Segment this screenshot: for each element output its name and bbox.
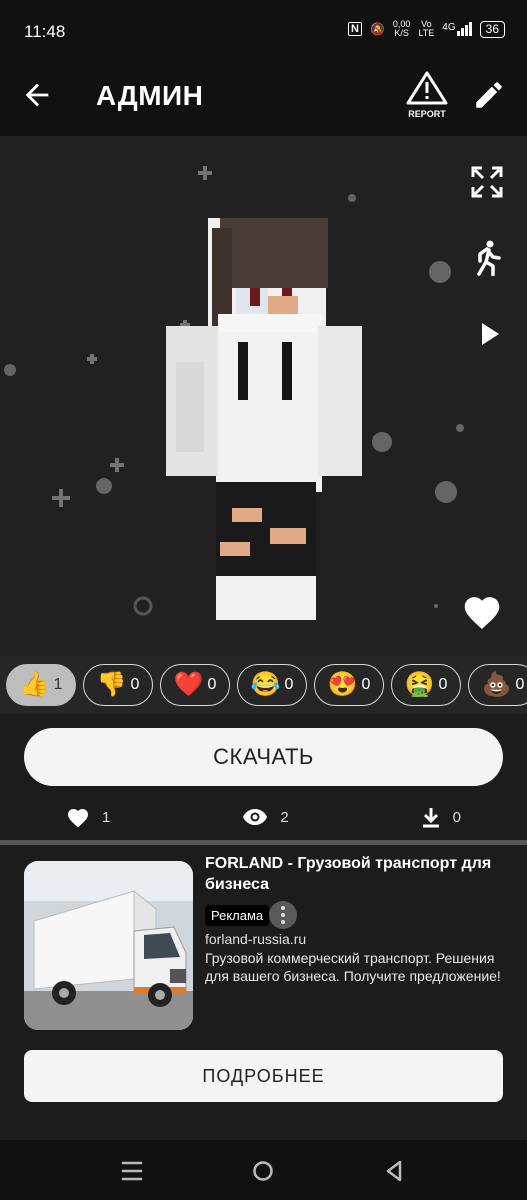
ad-domain[interactable]: forland-russia.ru (205, 931, 306, 947)
arrow-left-icon[interactable] (20, 78, 54, 112)
thumbs-down-icon: 👎 (96, 671, 127, 698)
nfc-icon: N (348, 22, 362, 36)
battery-icon: 36 (479, 20, 505, 38)
views-count: 2 (280, 808, 289, 826)
walk-icon[interactable] (473, 240, 503, 276)
heart-icon (67, 809, 88, 828)
signal-icon: 4G (442, 22, 472, 36)
downloads-stat: 0 (421, 806, 461, 828)
page-title: АДМИН (96, 80, 204, 111)
status-time: 11:48 (24, 22, 66, 41)
skin-preview (4, 166, 464, 620)
network-speed: 0,00 K/S (392, 19, 411, 38)
ad-description: Грузовой коммерческий транспорт. Решения… (205, 950, 501, 984)
reaction-vomit[interactable]: 🤮 0 (391, 664, 461, 706)
truck-image (24, 861, 193, 1030)
downloads-count: 0 (452, 808, 461, 826)
warning-icon (406, 71, 448, 105)
download-icon (422, 808, 439, 828)
reaction-heart[interactable]: ❤️ 0 (160, 664, 230, 706)
skin-viewer[interactable] (0, 136, 527, 656)
heart-icon[interactable] (461, 592, 503, 630)
status-bar: 11:48 N 🔕 0,00 K/S Vo LTE 4G 36 (0, 0, 527, 54)
ad-image[interactable] (24, 861, 193, 1030)
views-stat: 2 (242, 808, 289, 826)
system-nav-bar (0, 1140, 527, 1200)
mute-icon: 🔕 (369, 22, 385, 36)
report-button[interactable]: REPORT (402, 70, 452, 119)
reaction-dislike[interactable]: 👎 0 (83, 664, 153, 706)
vomiting-face-icon: 🤮 (404, 671, 435, 698)
laughing-face-icon: 😂 (250, 671, 281, 698)
likes-stat: 1 (66, 806, 110, 828)
home-icon[interactable] (252, 1160, 274, 1182)
app-bar: АДМИН REPORT (0, 54, 527, 136)
back-nav-icon[interactable] (384, 1160, 404, 1182)
ad-cta-button[interactable]: ПОДРОБНЕЕ (24, 1050, 503, 1102)
play-icon[interactable] (477, 320, 503, 348)
menu-icon[interactable] (120, 1160, 144, 1182)
thumbs-up-icon: 👍 (19, 671, 50, 698)
stats-row: 1 2 0 (0, 800, 527, 834)
fullscreen-icon[interactable] (471, 166, 503, 198)
reaction-love[interactable]: 😍 0 (314, 664, 384, 706)
eye-icon (243, 809, 268, 825)
ad-block[interactable]: FORLAND - Грузовой транспорт для бизнеса… (0, 845, 527, 1140)
status-icons: N 🔕 0,00 K/S Vo LTE 4G 36 (348, 20, 505, 38)
download-button[interactable]: СКАЧАТЬ (24, 728, 503, 786)
reaction-poop[interactable]: 💩 0 (468, 664, 527, 706)
report-label: REPORT (408, 109, 446, 119)
poop-icon: 💩 (481, 671, 512, 698)
red-heart-icon: ❤️ (173, 671, 204, 698)
pencil-icon[interactable] (472, 78, 506, 112)
reaction-like[interactable]: 👍 1 (6, 664, 76, 706)
heart-eyes-icon: 😍 (327, 671, 358, 698)
ad-badge: Реклама (205, 905, 270, 926)
reaction-laugh[interactable]: 😂 0 (237, 664, 307, 706)
ad-title[interactable]: FORLAND - Грузовой транспорт для бизнеса (205, 853, 515, 895)
more-options-icon[interactable] (269, 901, 297, 929)
reactions-bar: 👍 1 👎 0 ❤️ 0 😂 0 😍 0 🤮 0 💩 0 (0, 656, 527, 714)
volte-indicator: Vo LTE (418, 19, 435, 38)
likes-count: 1 (101, 808, 111, 826)
